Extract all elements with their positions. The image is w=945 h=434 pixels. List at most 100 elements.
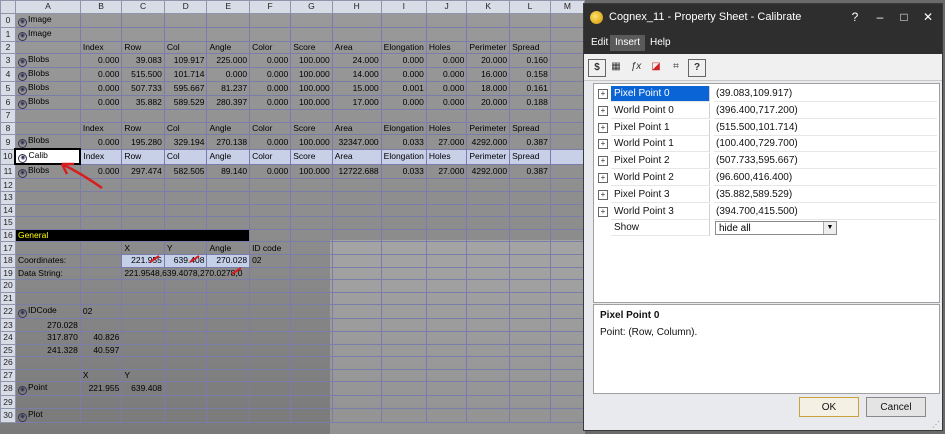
cell-k18[interactable] [466,253,511,268]
cell-m23[interactable] [549,318,585,332]
bookmark-icon[interactable]: ◪ [648,59,664,75]
cell-j9[interactable]: 27.000 [425,134,468,150]
property-row[interactable]: + World Point 1 (100.400,729.700) [594,136,937,153]
cell-l17[interactable] [509,241,551,255]
cell-l19[interactable] [509,266,551,281]
cell-m13[interactable] [549,190,585,205]
select-all-corner[interactable] [0,0,16,14]
cell-i23[interactable] [380,318,427,332]
cell-c8[interactable]: Row [121,121,165,136]
cell-g0[interactable] [290,12,333,28]
cell-c5[interactable]: 507.733 [121,81,165,97]
cell-e14[interactable] [206,203,251,218]
cell-e13[interactable] [206,190,251,205]
cell-f28[interactable] [249,381,292,397]
cell-k19[interactable] [466,266,511,281]
cell-a14[interactable] [14,203,81,218]
cell-a21[interactable] [14,291,81,306]
function-icon[interactable]: ƒx [628,59,644,75]
cell-k3[interactable]: 20.000 [466,53,511,69]
cell-d21[interactable] [163,291,208,306]
cell-c10[interactable]: Row [121,148,165,165]
crosshair-icon[interactable]: ⌗ [668,59,684,75]
expand-plus-icon[interactable]: + [598,139,608,150]
cell-a10[interactable]: ◉ Calib [14,148,82,166]
column-header-c[interactable]: C [121,0,165,14]
cell-d5[interactable]: 595.667 [163,81,208,97]
cell-f29[interactable] [249,395,292,409]
menu-help[interactable]: Help [645,35,676,51]
cell-c6[interactable]: 35.882 [121,95,165,111]
cell-c24[interactable] [121,330,165,345]
cell-g3[interactable]: 100.000 [290,53,333,69]
property-value[interactable]: (507.733,595.667) [714,153,937,170]
cell-i11[interactable]: 0.033 [380,163,427,180]
cell-i7[interactable] [380,109,427,123]
row-header[interactable]: 26 [0,356,16,370]
cell-f12[interactable] [249,178,292,192]
cell-h28[interactable] [331,381,382,397]
row-header[interactable]: 27 [0,368,16,383]
cell-l8[interactable]: Spread [509,121,551,136]
cell-d3[interactable]: 109.917 [163,53,208,69]
cell-e8[interactable]: Angle [206,121,251,136]
chevron-down-icon[interactable]: ▼ [823,222,836,235]
cell-m1[interactable] [549,26,585,42]
cell-l28[interactable] [509,381,551,397]
cell-i17[interactable] [380,241,427,255]
property-row[interactable]: + World Point 3 (394.700,415.500) [594,203,937,220]
cell-g18[interactable] [290,253,333,268]
cell-i25[interactable] [380,343,427,358]
property-row[interactable]: + Pixel Point 1 (515.500,101.714) [594,119,937,136]
cell-e1[interactable] [206,26,251,42]
cell-b3[interactable]: 0.000 [79,53,123,69]
cell-a6[interactable]: ◉ Blobs [14,95,81,111]
cell-l21[interactable] [509,291,551,306]
cell-g21[interactable] [290,291,333,306]
cell-a22[interactable]: ◉ IDCode [14,304,81,320]
row-header[interactable]: 3 [0,53,16,69]
cell-m27[interactable] [549,368,585,383]
cell-a18[interactable]: Coordinates: [14,253,81,268]
property-row-show[interactable]: Show hide all ▼ [594,220,937,237]
cell-h27[interactable] [331,368,382,383]
cell-g14[interactable] [290,203,333,218]
cell-c13[interactable] [121,190,165,205]
cell-d25[interactable] [163,343,208,358]
cell-i13[interactable] [380,190,427,205]
property-sheet-dialog[interactable]: Cognex_11 - Property Sheet - Calibrate ?… [583,3,943,431]
cell-g17[interactable] [290,241,333,255]
property-value[interactable]: (100.400,729.700) [714,136,937,153]
cell-c15[interactable] [121,216,165,230]
cell-a2[interactable] [14,40,81,55]
property-list[interactable]: + Pixel Point 0 (39.083,109.917) + World Poi… [593,83,940,303]
cell-j10[interactable]: Holes [425,148,468,165]
cell-d22[interactable] [163,304,208,320]
cell-l18[interactable] [509,253,551,268]
cell-g6[interactable]: 100.000 [290,95,333,111]
cell-f5[interactable]: 0.000 [249,81,292,97]
cell-f2[interactable]: Color [249,40,292,55]
spreadsheet-grid[interactable]: A B C D E F G H I J K L M 0 ◉ Image 1 ◉ Image 2 Index Row Col A… [0,0,585,423]
expand-plus-icon[interactable]: + [598,156,608,167]
help-icon[interactable]: ? [688,59,706,77]
cell-j3[interactable]: 0.000 [425,53,468,69]
cell-g25[interactable] [290,343,333,358]
cell-k13[interactable] [466,190,511,205]
cell-l0[interactable] [509,12,551,28]
cell-j0[interactable] [425,12,468,28]
cell-c25[interactable] [121,343,165,358]
cell-c9[interactable]: 195.280 [121,134,165,150]
cell-h2[interactable]: Area [331,40,382,55]
cell-l23[interactable] [509,318,551,332]
cell-k21[interactable] [466,291,511,306]
cell-j1[interactable] [425,26,468,42]
cell-k6[interactable]: 20.000 [466,95,511,111]
cell-a12[interactable] [14,178,81,192]
cell-i15[interactable] [380,216,427,230]
row-header[interactable]: 9 [0,134,16,150]
cell-a19[interactable]: Data String: [14,266,81,281]
cell-b17[interactable] [79,241,123,255]
cell-i26[interactable] [380,356,427,370]
cell-d4[interactable]: 101.714 [163,67,208,83]
